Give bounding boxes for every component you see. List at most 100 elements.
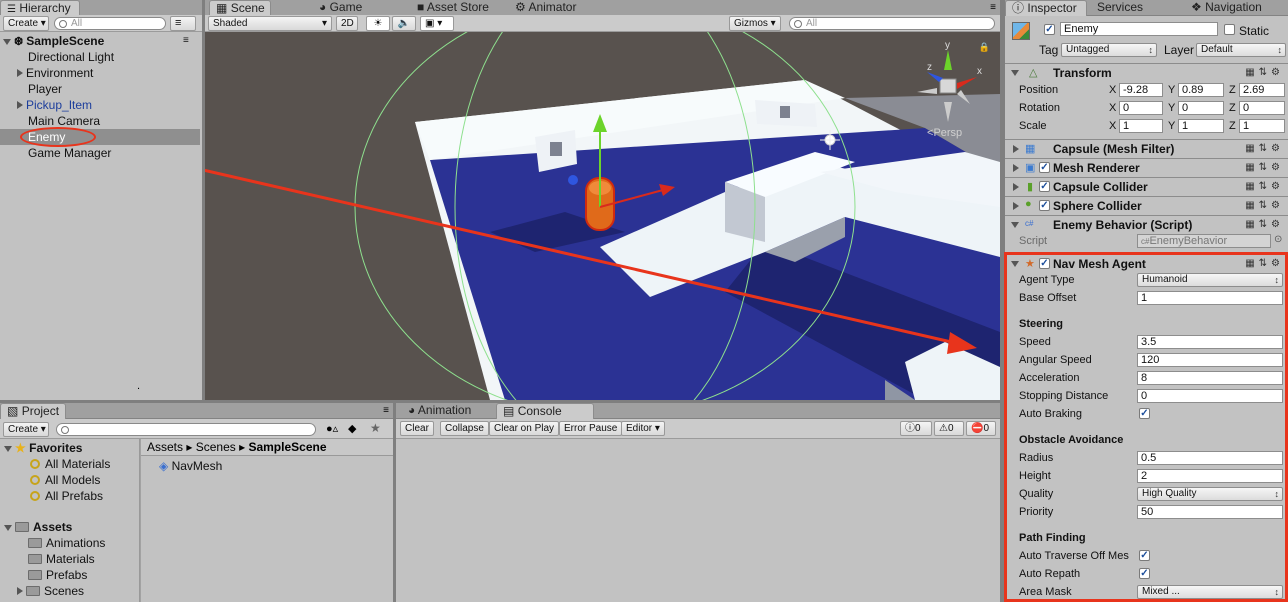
tag-dropdown[interactable]: Untagged <box>1061 43 1157 57</box>
scene-viewport[interactable]: y x z <Persp 🔒 <box>205 32 1000 400</box>
lighting-toggle-icon[interactable]: ☀ <box>366 16 390 31</box>
create-button[interactable]: Create ▾ <box>3 16 49 31</box>
component-settings-icons[interactable]: ▦⇅⚙ <box>1245 67 1284 78</box>
mesh-filter-header[interactable]: ▦ Capsule (Mesh Filter) ▦⇅⚙ <box>1005 139 1288 158</box>
expand-arrow-icon[interactable] <box>1011 70 1019 76</box>
favorite-star-icon[interactable]: ★ <box>370 421 381 435</box>
favorite-all-models[interactable]: All Models <box>30 472 100 488</box>
expand-arrow-icon[interactable] <box>1013 164 1019 172</box>
expand-arrow-icon[interactable] <box>1013 183 1019 191</box>
expand-arrow-icon[interactable] <box>17 587 23 595</box>
tab-services[interactable]: Services <box>1091 0 1149 16</box>
position-x-field[interactable]: -9.28 <box>1119 83 1163 97</box>
expand-arrow-icon[interactable] <box>1013 145 1019 153</box>
breadcrumb-assets[interactable]: Assets <box>147 440 183 454</box>
object-name-field[interactable]: Enemy <box>1060 22 1218 36</box>
script-field[interactable]: c#EnemyBehavior <box>1137 234 1271 248</box>
sphere-collider-header[interactable]: ● ✓ Sphere Collider ▦⇅⚙ <box>1005 196 1288 215</box>
audio-toggle-icon[interactable]: 🔈 <box>392 16 416 31</box>
shading-mode-dropdown[interactable]: Shaded ▾ <box>208 16 332 31</box>
collapse-button[interactable]: Collapse <box>440 421 489 436</box>
tab-project[interactable]: ▧ Project <box>0 403 66 419</box>
position-y-field[interactable]: 0.89 <box>1178 83 1224 97</box>
scale-x-field[interactable]: 1 <box>1119 119 1163 133</box>
scale-y-field[interactable]: 1 <box>1178 119 1224 133</box>
scene-search-input[interactable]: All <box>789 17 995 30</box>
static-checkbox[interactable] <box>1224 24 1235 35</box>
favorites-header[interactable]: ★ Favorites <box>4 440 82 456</box>
assets-header[interactable]: Assets <box>4 519 72 535</box>
enemy-behavior-header[interactable]: c# Enemy Behavior (Script) ▦⇅⚙ <box>1005 215 1288 234</box>
mesh-renderer-checkbox[interactable]: ✓ <box>1039 162 1050 173</box>
tab-inspector[interactable]: ⓘ Inspector <box>1005 0 1087 16</box>
tab-asset-store[interactable]: ■ Asset Store <box>411 0 495 16</box>
console-log-area[interactable] <box>396 439 1000 602</box>
sphere-collider-checkbox[interactable]: ✓ <box>1039 200 1050 211</box>
scale-z-field[interactable]: 1 <box>1239 119 1285 133</box>
tab-animator[interactable]: ⚙ Animator <box>509 0 582 16</box>
panel-menu-icon[interactable]: ≡ <box>383 405 389 416</box>
tab-console[interactable]: ▤ Console <box>496 403 594 419</box>
breadcrumb-scenes[interactable]: Scenes <box>196 440 236 454</box>
capsule-collider-checkbox[interactable]: ✓ <box>1039 181 1050 192</box>
active-checkbox[interactable]: ✓ <box>1044 24 1055 35</box>
folder-prefabs[interactable]: Prefabs <box>28 567 87 583</box>
tab-game[interactable]: ◕ Game <box>313 0 368 16</box>
gizmos-dropdown[interactable]: Gizmos ▾ <box>729 16 781 31</box>
component-settings-icons[interactable]: ▦⇅⚙ <box>1245 219 1284 230</box>
effects-toggle-icon[interactable]: ▣ ▾ <box>420 16 454 31</box>
expand-arrow-icon[interactable] <box>1011 222 1019 228</box>
editor-dropdown[interactable]: Editor ▾ <box>621 421 665 436</box>
expand-arrow-icon[interactable] <box>4 525 12 531</box>
scene-row[interactable]: ❆ SampleScene ≡ <box>3 33 203 49</box>
object-picker-icon[interactable]: ⊙ <box>1274 234 1282 245</box>
favorite-all-materials[interactable]: All Materials <box>30 456 110 472</box>
mesh-renderer-header[interactable]: ▣ ✓ Mesh Renderer ▦⇅⚙ <box>1005 158 1288 177</box>
favorite-all-prefabs[interactable]: All Prefabs <box>30 488 103 504</box>
project-search-input[interactable] <box>56 423 316 436</box>
scene-canvas[interactable]: y x z <Persp <box>205 32 1000 400</box>
warning-count-toggle[interactable]: ⚠0 <box>934 421 964 436</box>
tab-animation[interactable]: ◕ Animation <box>402 403 477 419</box>
position-z-field[interactable]: 2.69 <box>1239 83 1285 97</box>
hierarchy-item-environment[interactable]: Environment <box>17 65 217 81</box>
folder-animations[interactable]: Animations <box>28 535 105 551</box>
error-pause-button[interactable]: Error Pause <box>559 421 623 436</box>
hierarchy-item-game-manager[interactable]: Game Manager <box>28 145 228 161</box>
lock-icon[interactable]: 🔒 <box>979 42 990 53</box>
hierarchy-item-pickup[interactable]: Pickup_Item <box>17 97 217 113</box>
rotation-x-field[interactable]: 0 <box>1119 101 1163 115</box>
filter-button[interactable]: ≡ <box>170 16 196 31</box>
hierarchy-item-player[interactable]: Player <box>28 81 228 97</box>
file-navmesh[interactable]: ◈ NavMesh <box>159 458 222 474</box>
expand-arrow-icon[interactable] <box>17 101 23 109</box>
expand-arrow-icon[interactable] <box>3 39 11 45</box>
clear-on-play-button[interactable]: Clear on Play <box>489 421 560 436</box>
error-count-toggle[interactable]: ⛔0 <box>966 421 996 436</box>
component-settings-icons[interactable]: ▦⇅⚙ <box>1245 181 1284 192</box>
panel-menu-icon[interactable]: ≡ <box>990 2 996 13</box>
expand-arrow-icon[interactable] <box>4 446 12 452</box>
project-create-button[interactable]: Create ▾ <box>3 422 49 437</box>
expand-arrow-icon[interactable] <box>17 69 23 77</box>
search-by-type-icon[interactable]: ●▵ <box>326 422 338 435</box>
clear-button[interactable]: Clear <box>400 421 434 436</box>
transform-header[interactable]: △ Transform ▦⇅⚙ <box>1005 63 1288 82</box>
hierarchy-item-directional-light[interactable]: Directional Light <box>28 49 228 65</box>
log-count-toggle[interactable]: ⓘ0 <box>900 421 932 436</box>
component-settings-icons[interactable]: ▦⇅⚙ <box>1245 162 1284 173</box>
component-settings-icons[interactable]: ▦⇅⚙ <box>1245 143 1284 154</box>
hierarchy-search-input[interactable]: All <box>54 17 166 30</box>
folder-scenes[interactable]: Scenes <box>17 583 84 599</box>
tab-navigation[interactable]: ❖ Navigation <box>1185 0 1268 16</box>
capsule-collider-header[interactable]: ▮ ✓ Capsule Collider ▦⇅⚙ <box>1005 177 1288 196</box>
layer-dropdown[interactable]: Default <box>1196 43 1286 57</box>
tab-scene[interactable]: ▦ Scene <box>209 0 271 16</box>
component-settings-icons[interactable]: ▦⇅⚙ <box>1245 200 1284 211</box>
tab-hierarchy[interactable]: ☰ Hierarchy <box>0 0 80 16</box>
breadcrumb-samplescene[interactable]: SampleScene <box>248 440 326 454</box>
mode-2d-button[interactable]: 2D <box>336 16 358 31</box>
rotation-y-field[interactable]: 0 <box>1178 101 1224 115</box>
expand-arrow-icon[interactable] <box>1013 202 1019 210</box>
folder-materials[interactable]: Materials <box>28 551 95 567</box>
